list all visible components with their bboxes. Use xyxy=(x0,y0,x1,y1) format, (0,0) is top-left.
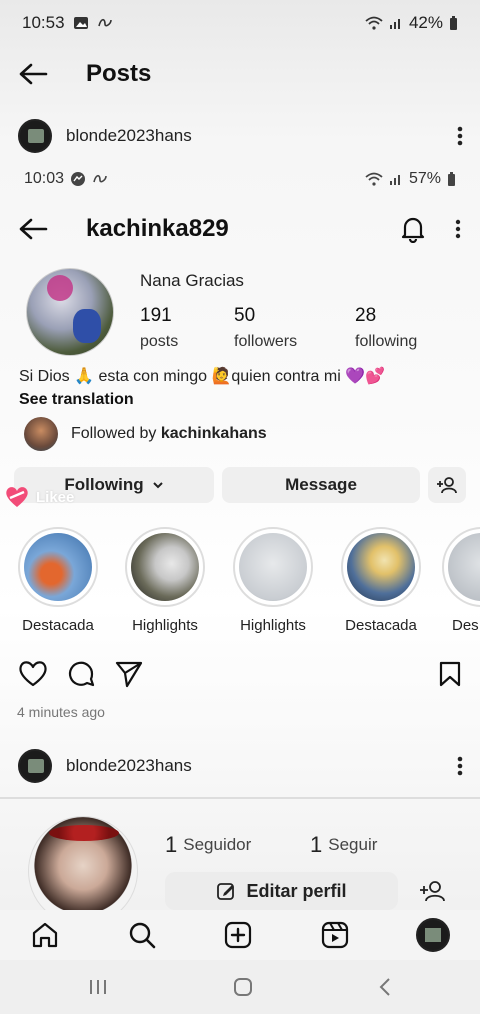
profile-header: kachinka829 xyxy=(0,204,480,254)
edit-icon xyxy=(217,883,235,900)
message-button[interactable]: Message xyxy=(222,467,420,503)
followed-by[interactable]: Followed by kachinkahans xyxy=(24,417,267,451)
battery-icon xyxy=(450,15,457,30)
likee-heart-icon xyxy=(6,487,28,507)
share-icon[interactable] xyxy=(114,660,144,688)
add-icon[interactable] xyxy=(223,920,253,950)
bell-icon[interactable] xyxy=(400,215,426,243)
followed-by-user: kachinkahans xyxy=(160,425,267,442)
following-count[interactable]: 1 Seguir xyxy=(310,832,377,858)
home-button-icon[interactable] xyxy=(233,977,253,997)
signal-icon xyxy=(389,19,400,29)
avatar[interactable] xyxy=(18,749,52,783)
profile-avatar[interactable] xyxy=(26,268,114,356)
posts-header: Posts xyxy=(0,46,480,102)
link-icon xyxy=(93,174,107,183)
likee-watermark: Likee xyxy=(4,485,74,509)
add-person-icon xyxy=(420,881,445,902)
more-icon[interactable] xyxy=(454,218,462,240)
post-timestamp: 4 minutes ago xyxy=(17,704,105,720)
highlight-item[interactable]: Destacada xyxy=(3,527,113,634)
highlight-item[interactable]: Highlights xyxy=(110,527,220,634)
wifi-icon xyxy=(365,172,383,186)
status-time: 10:53 xyxy=(22,13,65,32)
avatar[interactable] xyxy=(18,119,52,153)
bottom-nav xyxy=(0,910,480,960)
followers-count[interactable]: 1 Seguidor xyxy=(165,832,251,858)
back-arrow-icon[interactable] xyxy=(18,62,48,86)
see-translation-link[interactable]: See translation xyxy=(19,391,134,409)
battery-icon xyxy=(448,171,455,186)
post-header: blonde2023hans xyxy=(0,744,480,788)
battery-percent: 42% xyxy=(408,13,443,32)
link-icon xyxy=(97,18,112,27)
inner-battery-percent: 57% xyxy=(408,170,441,187)
page-title: Posts xyxy=(86,60,152,87)
more-icon[interactable] xyxy=(456,125,464,147)
reels-icon[interactable] xyxy=(320,920,350,950)
highlight-item[interactable]: Destacada xyxy=(326,527,436,634)
messenger-icon xyxy=(71,172,86,186)
search-icon[interactable] xyxy=(127,920,157,950)
inner-status-bar: 10:03 57% xyxy=(0,164,480,194)
chevron-down-icon xyxy=(152,482,163,489)
stat-posts[interactable]: 191 posts xyxy=(140,305,178,351)
status-bar: 10:53 42% xyxy=(0,0,480,46)
inner-status-time: 10:03 xyxy=(24,170,65,187)
add-person-button[interactable] xyxy=(412,872,452,910)
add-person-icon xyxy=(437,477,457,494)
highlight-item[interactable]: Highlights xyxy=(218,527,328,634)
avatar xyxy=(24,417,58,451)
add-person-button[interactable] xyxy=(428,467,466,503)
stat-following[interactable]: 28 following xyxy=(355,305,417,351)
profile-name: Nana Gracias xyxy=(140,271,244,290)
back-arrow-icon[interactable] xyxy=(18,217,48,241)
recent-apps-icon[interactable] xyxy=(88,978,108,996)
home-icon[interactable] xyxy=(30,920,60,950)
wifi-icon xyxy=(365,16,383,30)
profile-bio: Si Dios 🙏 esta con mingo 🙋quien contra m… xyxy=(19,368,386,385)
back-icon[interactable] xyxy=(378,977,392,997)
profile-tab-avatar[interactable] xyxy=(416,918,450,952)
comment-icon[interactable] xyxy=(66,659,96,689)
more-icon[interactable] xyxy=(456,755,464,777)
signal-icon xyxy=(389,175,400,185)
system-nav xyxy=(0,960,480,1014)
bookmark-icon[interactable] xyxy=(438,660,462,688)
gallery-icon xyxy=(73,17,88,29)
stat-followers[interactable]: 50 followers xyxy=(234,305,297,351)
post-header: blonde2023hans xyxy=(0,114,480,158)
divider xyxy=(0,797,480,799)
post-username[interactable]: blonde2023hans xyxy=(66,756,192,776)
post-username[interactable]: blonde2023hans xyxy=(66,126,192,146)
highlight-item[interactable]: Des xyxy=(434,527,480,634)
edit-profile-button[interactable]: Editar perfil xyxy=(165,872,398,910)
post-actions xyxy=(18,658,462,690)
profile-username: kachinka829 xyxy=(86,215,229,242)
heart-icon[interactable] xyxy=(18,660,48,688)
